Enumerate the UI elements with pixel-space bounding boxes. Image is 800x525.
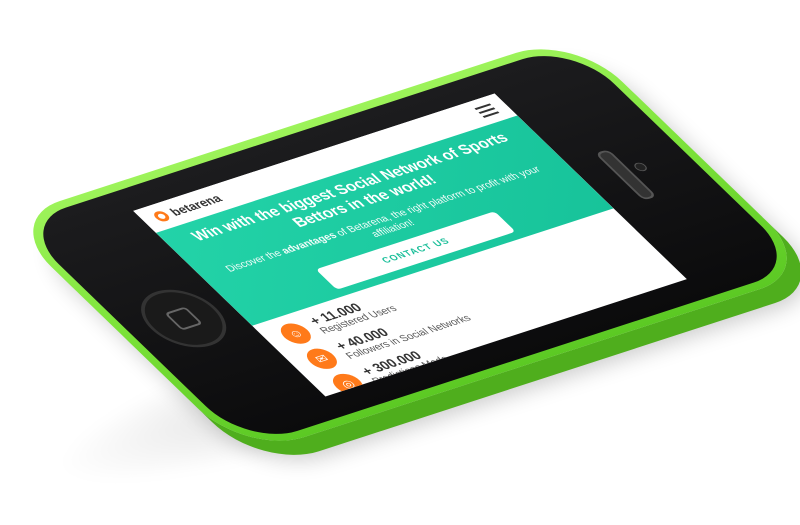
chat-icon: ✉ — [300, 345, 344, 372]
user-icon: ☺ — [274, 320, 318, 347]
betarena-logo-icon — [151, 209, 173, 223]
hamburger-menu-icon[interactable] — [472, 101, 502, 120]
home-square-icon — [164, 306, 204, 331]
